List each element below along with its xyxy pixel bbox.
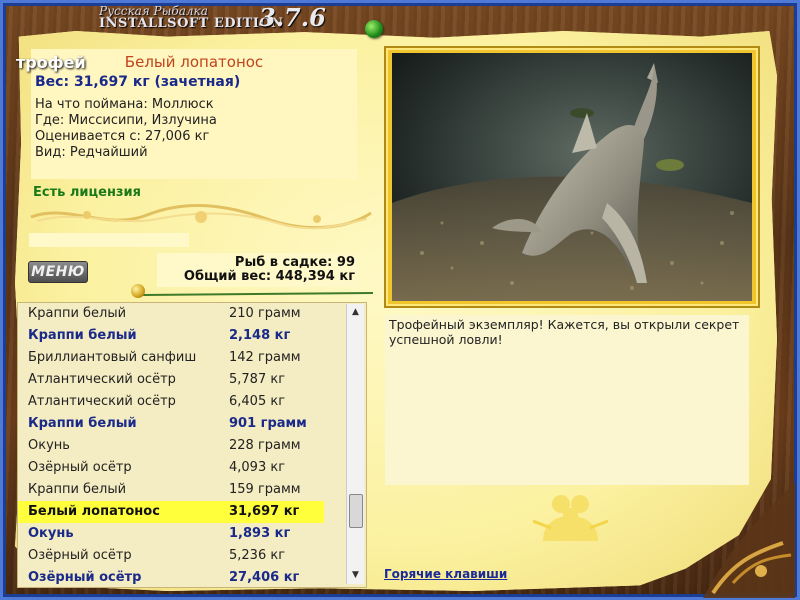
list-item-fish-weight: 210 грамм [229, 306, 301, 321]
list-item-fish-weight: 4,093 кг [229, 460, 286, 475]
list-item-fish-weight: 1,893 кг [229, 526, 291, 541]
list-item[interactable]: Окунь 1,893 кг [18, 523, 324, 545]
gold-pin-icon [131, 284, 145, 298]
list-item-fish-name: Белый лопатонос [28, 504, 160, 519]
keepnet-totals: Рыб в садке: 99 Общий вес: 448,394 кг [157, 253, 359, 287]
page-curl-ornament-icon [703, 483, 795, 598]
trophy-photo [392, 53, 752, 301]
app-version: 3.7.6 [259, 3, 326, 32]
list-item-fish-weight: 6,405 кг [229, 394, 286, 409]
list-item-fish-weight: 5,787 кг [229, 372, 286, 387]
list-item-fish-name: Окунь [28, 526, 74, 541]
list-item-fish-name: Атлантический осётр [28, 394, 176, 409]
list-item-fish-name: Краппи белый [28, 328, 137, 343]
list-item-fish-name: Атлантический осётр [28, 372, 176, 387]
scroll-up-icon[interactable]: ▲ [347, 304, 364, 321]
menu-button[interactable]: МЕНЮ [28, 261, 88, 283]
green-pin-icon [365, 20, 383, 38]
list-item-fish-weight: 31,697 кг [229, 504, 300, 519]
total-weight: Общий вес: 448,394 кг [183, 269, 355, 284]
catch-kind: Вид: Редчайший [35, 145, 148, 160]
list-item[interactable]: Краппи белый 159 грамм [18, 479, 324, 501]
list-item-fish-weight: 27,406 кг [229, 570, 300, 585]
list-item-fish-name: Краппи белый [28, 482, 127, 497]
paddlefish-image [392, 53, 752, 301]
scroll-down-icon[interactable]: ▼ [347, 567, 364, 584]
list-item-fish-weight: 228 грамм [229, 438, 301, 453]
list-item-fish-weight: 142 грамм [229, 350, 301, 365]
list-item[interactable]: Бриллиантовый санфиш 142 грамм [18, 347, 324, 369]
list-item-fish-name: Краппи белый [28, 306, 127, 321]
scroll-thumb[interactable] [349, 494, 363, 528]
catch-location: Где: Миссисипи, Излучина [35, 113, 217, 128]
app-title: Русская Рыбалка INSTALLSOFT EDITION 3.7.… [99, 3, 326, 32]
list-item-fish-weight: 5,236 кг [229, 548, 286, 563]
app-window: Русская Рыбалка INSTALLSOFT EDITION 3.7.… [0, 0, 800, 600]
list-item[interactable]: Краппи белый 901 грамм [18, 413, 324, 435]
list-item[interactable]: Белый лопатонос 31,697 кг [18, 501, 324, 523]
catch-weight: Вес: 31,697 кг (зачетная) [35, 74, 241, 90]
hotkeys-link[interactable]: Горячие клавиши [384, 567, 507, 581]
list-scrollbar[interactable]: ▲ ▼ [346, 304, 364, 584]
ornament-divider-icon [30, 203, 372, 230]
list-item[interactable]: Озёрный осётр 5,236 кг [18, 545, 324, 567]
list-item[interactable]: Окунь 228 грамм [18, 435, 324, 457]
list-item[interactable]: Озёрный осётр 4,093 кг [18, 457, 324, 479]
list-item-fish-name: Озёрный осётр [28, 570, 142, 585]
trophy-label: трофей [16, 53, 86, 72]
list-item-fish-name: Озёрный осётр [28, 548, 132, 563]
mascot-icon [533, 495, 608, 541]
list-item-fish-weight: 2,148 кг [229, 328, 291, 343]
list-item-fish-name: Краппи белый [28, 416, 137, 431]
description-box: Трофейный экземпляр! Кажется, вы открыли… [385, 315, 749, 485]
catch-bait: На что поймана: Моллюск [35, 97, 214, 112]
list-item[interactable]: Атлантический осётр 6,405 кг [18, 391, 324, 413]
app-title-main: INSTALLSOFT EDITION [99, 16, 284, 31]
catch-list[interactable]: Краппи белый 210 грамм Краппи белый 2,148 к… [17, 302, 367, 588]
fish-count: Рыб в садке: 99 [234, 255, 355, 270]
list-item-fish-weight: 159 грамм [229, 482, 301, 497]
list-item-fish-name: Бриллиантовый санфиш [28, 350, 197, 365]
list-item-fish-weight: 901 грамм [229, 416, 307, 431]
list-item-fish-name: Озёрный осётр [28, 460, 132, 475]
description-text: Трофейный экземпляр! Кажется, вы открыли… [389, 317, 740, 347]
catch-valuation: Оценивается с: 27,006 кг [35, 129, 210, 144]
list-item[interactable]: Краппи белый 210 грамм [18, 303, 324, 325]
list-item[interactable]: Краппи белый 2,148 кг [18, 325, 324, 347]
trophy-photo-frame [384, 46, 760, 308]
list-item[interactable]: Атлантический осётр 5,787 кг [18, 369, 324, 391]
status-bar-empty [29, 233, 189, 247]
list-item[interactable]: Озёрный осётр 27,406 кг [18, 567, 324, 587]
list-item-fish-name: Окунь [28, 438, 70, 453]
license-status: Есть лицензия [33, 185, 141, 200]
fishing-rod-icon [143, 292, 373, 296]
